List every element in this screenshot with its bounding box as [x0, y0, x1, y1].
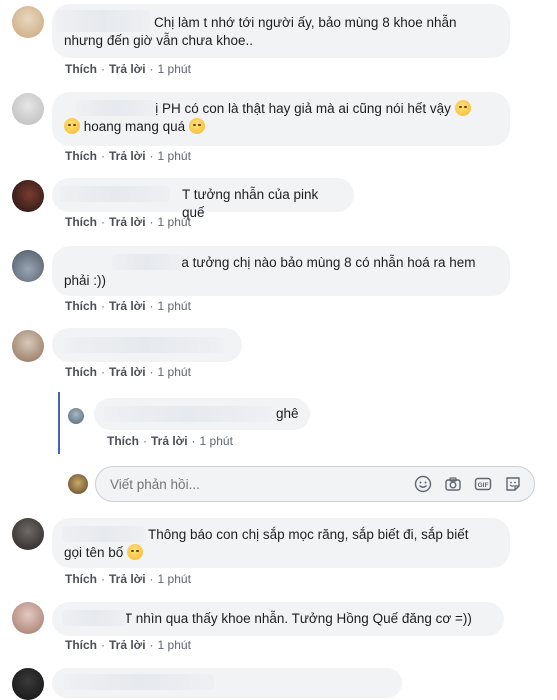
like-link[interactable]: Thích: [65, 572, 97, 586]
reply-link[interactable]: Trả lời: [109, 365, 146, 379]
like-link[interactable]: Thích: [65, 149, 97, 163]
comment-actions: Thích · Trả lời · 1 phút: [65, 638, 191, 652]
redacted-name: [104, 406, 272, 422]
redacted-name: [76, 100, 156, 116]
comment-actions: Thích · Trả lời · 1 phút: [65, 365, 191, 379]
redacted-name: [60, 186, 170, 202]
comment-bubble: T nhìn qua thấy khoe nhẫn. Tưởng Hồng Qu…: [52, 602, 504, 636]
redacted-name: [112, 254, 182, 270]
avatar[interactable]: [12, 250, 44, 282]
reply-thread-line: [58, 392, 60, 454]
reply-bubble: ghê: [94, 398, 310, 430]
timestamp[interactable]: 1 phút: [158, 149, 191, 163]
redacted-comment: [64, 337, 224, 353]
sticker-icon[interactable]: [504, 475, 522, 493]
comment-text: gọi tên bố: [64, 545, 124, 560]
rolling-eyes-emoji-icon: [454, 100, 471, 116]
reply-link[interactable]: Trả lời: [109, 62, 146, 76]
svg-text:GIF: GIF: [478, 482, 489, 489]
comment-text: phải :)): [64, 273, 107, 288]
timestamp[interactable]: 1 phút: [158, 572, 191, 586]
reply-composer[interactable]: GIF: [95, 466, 535, 502]
comment-text: T nhìn qua thấy khoe nhẫn. Tưởng Hồng Qu…: [124, 611, 472, 626]
avatar[interactable]: [12, 518, 44, 550]
avatar[interactable]: [12, 93, 44, 125]
redacted-name: [62, 526, 146, 542]
timestamp[interactable]: 1 phút: [200, 434, 233, 448]
rolling-eyes-emoji-icon: [64, 118, 80, 134]
gif-icon[interactable]: GIF: [474, 475, 492, 493]
camera-icon[interactable]: [444, 475, 462, 493]
comment-bubble: [52, 668, 402, 698]
reply-link[interactable]: Trả lời: [109, 215, 146, 229]
redacted-name: [56, 10, 150, 32]
comment-text: Ủa chị PH có con là thật hay giả mà ai c…: [120, 101, 451, 116]
redacted-comment: [64, 674, 214, 690]
reply-link[interactable]: Trả lời: [109, 572, 146, 586]
timestamp[interactable]: 1 phút: [158, 62, 191, 76]
avatar[interactable]: [12, 180, 44, 212]
comment-actions: Thích · Trả lời · 1 phút: [65, 572, 191, 586]
avatar[interactable]: [12, 602, 44, 634]
like-link[interactable]: Thích: [65, 638, 97, 652]
comment-bubble: T tưởng nhẫn của pink quế: [52, 178, 354, 220]
reply-link[interactable]: Trả lời: [109, 638, 146, 652]
like-link[interactable]: Thích: [65, 365, 97, 379]
comment-bubble: [52, 328, 242, 362]
comment-text: nhưng đến giờ vẫn chưa khoe..: [64, 33, 254, 48]
like-link[interactable]: Thích: [65, 215, 97, 229]
comment-actions: Thích · Trả lời · 1 phút: [65, 299, 191, 313]
timestamp[interactable]: 1 phút: [158, 299, 191, 313]
like-link[interactable]: Thích: [65, 62, 97, 76]
sweat-smile-emoji-icon: [188, 118, 205, 134]
like-link[interactable]: Thích: [65, 299, 97, 313]
comment-actions: Thích · Trả lời · 1 phút: [65, 62, 191, 76]
timestamp[interactable]: 1 phút: [158, 365, 191, 379]
timestamp[interactable]: 1 phút: [158, 638, 191, 652]
avatar[interactable]: [68, 408, 84, 424]
comment-bubble: Chị làm t nhớ tới người ấy, bảo mùng 8 k…: [52, 4, 510, 58]
timestamp[interactable]: 1 phút: [158, 215, 191, 229]
reply-input[interactable]: [108, 476, 392, 493]
avatar[interactable]: [12, 668, 44, 700]
like-link[interactable]: Thích: [107, 434, 139, 448]
comment-bubble: Ủa chị PH có con là thật hay giả mà ai c…: [52, 92, 510, 146]
comment-actions: Thích · Trả lời · 1 phút: [65, 149, 191, 163]
comment-actions: Thích · Trả lời · 1 phút: [65, 215, 191, 229]
reply-link[interactable]: Trả lời: [109, 149, 146, 163]
comment-bubble: lướt qua tưởng chị nào bảo mùng 8 có nhẫ…: [52, 246, 510, 296]
reply-link[interactable]: Trả lời: [151, 434, 188, 448]
reply-actions: Thích · Trả lời · 1 phút: [107, 434, 233, 448]
current-user-avatar[interactable]: [68, 474, 88, 494]
emoji-icon[interactable]: [414, 475, 432, 493]
avatar[interactable]: [12, 6, 44, 38]
comment-text: hoang mang quá: [83, 119, 186, 134]
avatar[interactable]: [12, 330, 44, 362]
reply-link[interactable]: Trả lời: [109, 299, 146, 313]
smile-emoji-icon: [127, 544, 144, 560]
redacted-name: [62, 610, 126, 626]
comment-bubble: Thông báo con chị sắp mọc răng, sắp biết…: [52, 518, 510, 568]
